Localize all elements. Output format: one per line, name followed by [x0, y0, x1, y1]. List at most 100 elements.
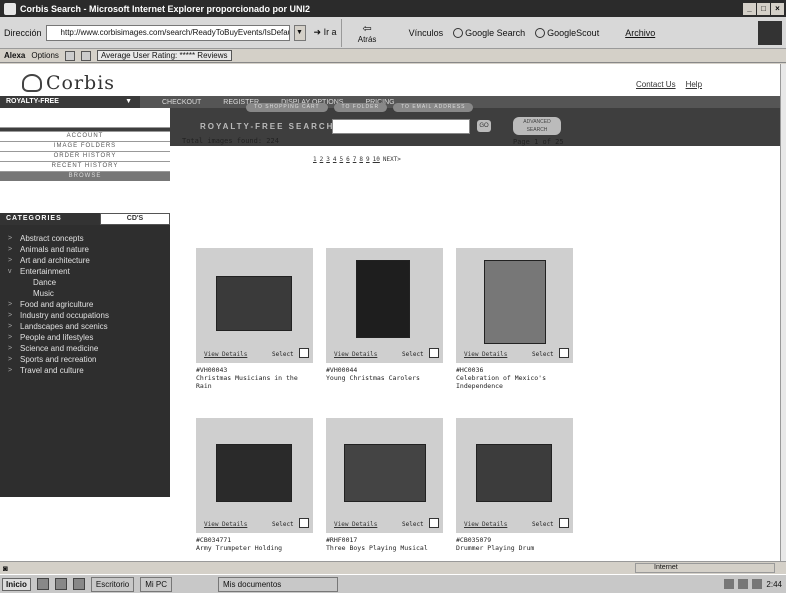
address-label: Dirección: [4, 27, 42, 38]
tab-cds[interactable]: CD'S: [100, 213, 170, 225]
order-history-link[interactable]: ORDER HISTORY: [0, 151, 170, 161]
next-page-link[interactable]: NEXT>: [383, 156, 401, 163]
category-item[interactable]: > Science and medicine: [0, 343, 170, 354]
ie-icon: [4, 2, 16, 15]
task-mi-pc[interactable]: Mi PC: [140, 576, 173, 592]
thumbnail[interactable]: [476, 444, 552, 502]
page-link[interactable]: 9: [366, 156, 370, 163]
category-item[interactable]: > Travel and culture: [0, 365, 170, 376]
desktop-quicklaunch-icon[interactable]: [54, 578, 67, 590]
image-folders-link[interactable]: IMAGE FOLDERS: [0, 141, 170, 151]
maximize-icon[interactable]: □: [757, 2, 770, 15]
cart-actions: TO SHOPPING CART TO FOLDER TO EMAIL ADDR…: [246, 103, 474, 112]
image-title: Christmas Musicians in the Rain: [196, 374, 298, 390]
category-item[interactable]: > People and lifestyles: [0, 332, 170, 343]
select-checkbox[interactable]: [299, 348, 309, 358]
address-dropdown-icon[interactable]: ▼: [293, 24, 306, 41]
page-link[interactable]: 7: [353, 156, 357, 163]
view-details-link[interactable]: View Details: [204, 351, 247, 358]
category-item[interactable]: v Entertainment: [0, 266, 170, 277]
view-details-link[interactable]: View Details: [204, 521, 247, 528]
thumbnail[interactable]: [216, 444, 292, 502]
view-details-link[interactable]: View Details: [464, 351, 507, 358]
search-label: ROYALTY-FREE SEARCH: [200, 122, 335, 131]
menu-archivo[interactable]: Archivo: [625, 28, 655, 38]
category-item[interactable]: > Animals and nature: [0, 244, 170, 255]
tray-icon[interactable]: [752, 579, 763, 589]
category-item[interactable]: > Industry and occupations: [0, 310, 170, 321]
link-googlescout[interactable]: GoogleScout: [535, 27, 599, 38]
task-mis-documentos[interactable]: Mis documentos: [218, 576, 339, 592]
advanced-search-button[interactable]: ADVANCED SEARCH: [513, 117, 561, 135]
go-button[interactable]: ➜ Ir a: [314, 27, 337, 38]
tab-categories[interactable]: CATEGORIES: [0, 213, 100, 225]
page-link[interactable]: 8: [359, 156, 363, 163]
chevron-down-icon: v: [8, 268, 12, 275]
nav-checkout[interactable]: CHECKOUT: [162, 99, 201, 106]
search-input[interactable]: [332, 119, 470, 134]
to-folder-button[interactable]: TO FOLDER: [333, 103, 388, 112]
category-item[interactable]: > Abstract concepts: [0, 233, 170, 244]
page-link[interactable]: 2: [320, 156, 324, 163]
start-button[interactable]: Inicio: [2, 577, 31, 591]
select-checkbox[interactable]: [429, 348, 439, 358]
link-google-search[interactable]: Google Search: [453, 27, 525, 38]
alexa-rating[interactable]: Average User Rating: ***** Reviews: [96, 50, 232, 61]
image-id: #VH00044: [326, 366, 358, 374]
back-button[interactable]: ⇦ Atrás: [340, 18, 393, 47]
help-link[interactable]: Help: [686, 80, 702, 89]
recent-history-link[interactable]: RECENT HISTORY: [0, 161, 170, 171]
select-checkbox[interactable]: [559, 348, 569, 358]
task-escritorio[interactable]: Escritorio: [90, 576, 135, 592]
browse-link[interactable]: BROWSE: [0, 171, 170, 181]
category-item[interactable]: > Art and architecture: [0, 255, 170, 266]
contact-us-link[interactable]: Contact Us: [636, 80, 676, 89]
alexa-related-icon[interactable]: [80, 50, 91, 61]
close-icon[interactable]: ×: [771, 2, 784, 15]
page-link[interactable]: 1: [313, 156, 317, 163]
sidebar-header: [0, 108, 170, 128]
corbis-logo[interactable]: Corbis: [22, 72, 115, 94]
ie-quicklaunch-icon[interactable]: [36, 578, 49, 590]
royalty-free-dropdown[interactable]: ROYALTY-FREE ▼: [0, 96, 140, 108]
image-caption: #CB034771 Army Trumpeter Holding: [196, 536, 316, 552]
select-label: Select: [532, 521, 554, 528]
thumbnail[interactable]: [344, 444, 426, 502]
to-email-button[interactable]: TO EMAIL ADDRESS: [393, 103, 474, 112]
thumbnail[interactable]: [216, 276, 292, 331]
page-link[interactable]: 3: [326, 156, 330, 163]
image-id: #CB035079: [456, 536, 492, 544]
subcategory-item[interactable]: Dance: [0, 277, 170, 288]
view-details-link[interactable]: View Details: [464, 521, 507, 528]
category-item[interactable]: > Sports and recreation: [0, 354, 170, 365]
category-item[interactable]: > Landscapes and scenics: [0, 321, 170, 332]
outlook-quicklaunch-icon[interactable]: [72, 578, 85, 590]
page-scrollbar[interactable]: [780, 64, 786, 561]
account-link[interactable]: ACCOUNT: [0, 131, 170, 141]
category-item[interactable]: > Food and agriculture: [0, 299, 170, 310]
tray-icon[interactable]: [738, 579, 749, 589]
address-input[interactable]: http://www.corbisimages.com/search/Ready…: [45, 24, 290, 41]
view-details-link[interactable]: View Details: [334, 521, 377, 528]
to-shopping-cart-button[interactable]: TO SHOPPING CART: [246, 103, 328, 112]
select-checkbox[interactable]: [299, 518, 309, 528]
search-go-button[interactable]: GO: [477, 120, 491, 132]
alexa-options-button[interactable]: Options: [31, 51, 59, 60]
minimize-icon[interactable]: _: [743, 2, 756, 15]
page-status-icon: ◙: [3, 563, 8, 573]
select-label: Select: [272, 351, 294, 358]
image-card: View Details Select: [456, 418, 573, 533]
tray-icon[interactable]: [724, 579, 735, 589]
page-link[interactable]: 5: [340, 156, 344, 163]
page-link[interactable]: 6: [346, 156, 350, 163]
alexa-info-icon[interactable]: [64, 50, 75, 61]
select-checkbox[interactable]: [559, 518, 569, 528]
page-link[interactable]: 4: [333, 156, 337, 163]
thumbnail[interactable]: [356, 260, 410, 338]
view-details-link[interactable]: View Details: [334, 351, 377, 358]
top-links: Contact Us Help: [636, 80, 702, 89]
thumbnail[interactable]: [484, 260, 546, 344]
subcategory-item[interactable]: Music: [0, 288, 170, 299]
select-checkbox[interactable]: [429, 518, 439, 528]
page-link[interactable]: 10: [373, 156, 380, 163]
